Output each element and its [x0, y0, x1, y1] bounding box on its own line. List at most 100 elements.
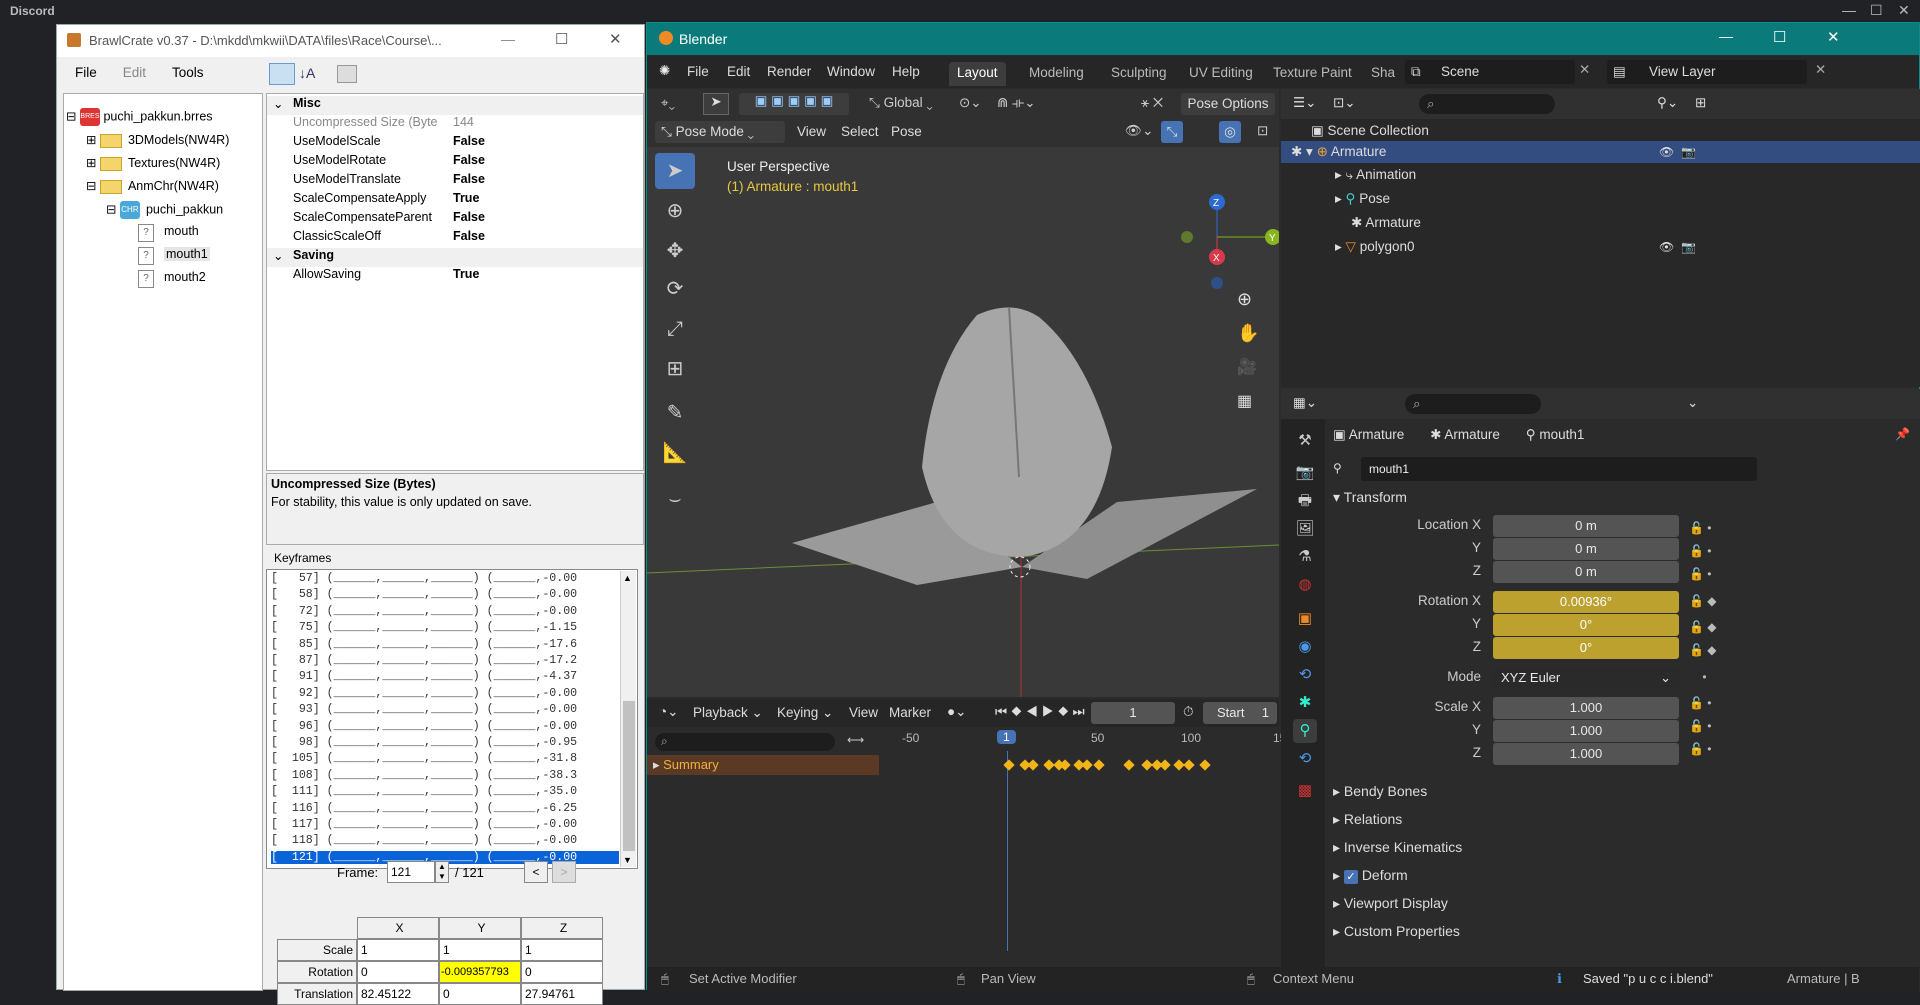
close-icon[interactable]: ✕ — [1898, 2, 1910, 19]
properties-editor-icon[interactable]: ▦⌄ — [1293, 395, 1317, 411]
xray-toggle-icon[interactable]: ⊡ — [1257, 123, 1268, 139]
inverse-kinematics-panel[interactable]: ▸ Inverse Kinematics — [1333, 839, 1462, 856]
minimize-icon[interactable]: — — [1842, 2, 1856, 18]
tree-root[interactable]: ⊟ BRES puchi_pakkun.brres — [66, 108, 213, 126]
scene-selector[interactable]: ⧉ Scene — [1405, 60, 1575, 84]
view-layer-selector[interactable]: ▤ View Layer — [1607, 60, 1807, 84]
keyframe-row[interactable]: [ 111] (______,______,______) (______,-3… — [271, 785, 619, 798]
pan-hand-icon[interactable]: ✋ — [1237, 323, 1259, 344]
prop-row[interactable]: Uncompressed Size (Byte 144 — [267, 115, 643, 134]
visibility-icon[interactable]: 👁⌄ — [1125, 123, 1153, 139]
rotation-z-field[interactable]: 0° — [1493, 637, 1679, 659]
start-frame-field[interactable]: Start 1 — [1203, 702, 1277, 724]
prop-row[interactable]: ClassicScaleOff False — [267, 229, 643, 248]
xray-icon[interactable]: ⚹ ✕ — [1141, 95, 1163, 111]
keyframe-row[interactable]: [ 87] (______,______,______) (______,-17… — [271, 654, 619, 667]
next-frame-button[interactable]: > — [552, 861, 576, 883]
property-pages-icon[interactable] — [337, 65, 357, 83]
close-view-layer-icon[interactable]: ✕ — [1815, 62, 1826, 78]
timeline-menu-playback[interactable]: Playback ⌄ — [693, 705, 763, 721]
keyframe-row[interactable]: [ 91] (______,______,______) (______,-4.… — [271, 670, 619, 683]
swap-icon[interactable]: ⟷ — [847, 733, 864, 747]
scene-tab-icon[interactable]: ⚗ — [1293, 545, 1317, 569]
tool-tab-icon[interactable]: ⚒ — [1293, 429, 1317, 453]
translation-y[interactable]: 0 — [439, 983, 521, 1005]
lock-and-keyframe-icons[interactable]: 🔓 • 🔓 • 🔓 • 🔓 ◆ 🔓 ◆ 🔓 ◆ • 🔓 • 🔓 • 🔓 • — [1689, 517, 1717, 761]
blender-menu-icon[interactable]: ✺ — [659, 63, 670, 79]
transform-panel-header[interactable]: ▾ Transform — [1333, 489, 1407, 506]
vp-menu-select[interactable]: Select — [841, 124, 879, 139]
keyframe-row[interactable]: [ 96] (______,______,______) (______,-0.… — [271, 720, 619, 733]
scale-z[interactable]: 1 — [521, 939, 603, 961]
scale-x-field[interactable]: 1.000 — [1493, 697, 1679, 719]
keyframe-row[interactable]: [ 105] (______,______,______) (______,-3… — [271, 752, 619, 765]
properties-search[interactable]: ⌕ — [1405, 394, 1541, 414]
maximize-icon[interactable]: ☐ — [1773, 28, 1786, 46]
location-y-field[interactable]: 0 m — [1493, 538, 1679, 560]
custom-properties-panel[interactable]: ▸ Custom Properties — [1333, 923, 1460, 940]
translation-x[interactable]: 82.45122 — [357, 983, 439, 1005]
keyframe-row[interactable]: [ 92] (______,______,______) (______,-0.… — [271, 687, 619, 700]
texture-tab-icon[interactable]: ▩ — [1293, 779, 1317, 803]
bone-name-field[interactable]: mouth1 — [1361, 457, 1757, 481]
timeline-menu-keying[interactable]: Keying ⌄ — [777, 705, 833, 721]
relations-panel[interactable]: ▸ Relations — [1333, 811, 1402, 828]
visibility-eye-icon[interactable]: 👁 — [1659, 240, 1674, 254]
record-icon[interactable]: ●⌄ — [947, 704, 966, 720]
new-collection-icon[interactable]: ⊞ — [1695, 95, 1706, 111]
tree-bone-mouth[interactable]: ? mouth — [138, 224, 199, 242]
display-mode-icon[interactable]: ⊡⌄ — [1333, 95, 1356, 111]
frame-input[interactable]: 121 — [387, 861, 435, 883]
rotation-z[interactable]: 0 — [521, 961, 603, 983]
keyframe-row[interactable]: [ 57] (______,______,______) (______,-0.… — [271, 572, 619, 585]
render-tab-icon[interactable]: 📷 — [1293, 461, 1317, 485]
viewport-display-panel[interactable]: ▸ Viewport Display — [1333, 895, 1448, 912]
tab-sculpting[interactable]: Sculpting — [1103, 62, 1175, 86]
tab-shading[interactable]: Sha — [1363, 62, 1403, 86]
editor-type-icon[interactable]: ⌖⌄ — [661, 95, 675, 111]
tab-uv-editing[interactable]: UV Editing — [1181, 62, 1261, 86]
constraints-tab-icon[interactable]: ⟲ — [1293, 663, 1317, 687]
output-tab-icon[interactable]: 🖶 — [1293, 489, 1317, 513]
filter-icon[interactable]: ⚲⌄ — [1657, 95, 1678, 111]
menu-file[interactable]: File — [687, 64, 709, 79]
outliner-scene-collection[interactable]: ▣ Scene Collection — [1311, 123, 1429, 139]
keyframe-row[interactable]: [ 58] (______,______,______) (______,-0.… — [271, 588, 619, 601]
rotation-x-field[interactable]: 0.00936° — [1493, 591, 1679, 613]
armature-data-tab-icon[interactable]: ✱ — [1293, 691, 1317, 715]
minimize-icon[interactable]: — — [501, 31, 515, 47]
close-scene-icon[interactable]: ✕ — [1579, 62, 1590, 78]
keyframes-list[interactable]: [ 57] (______,______,______) (______,-0.… — [266, 569, 638, 869]
translation-z[interactable]: 27.94761 — [521, 983, 603, 1005]
properties-options-icon[interactable]: ⌄ — [1687, 395, 1698, 411]
timeline-menu-marker[interactable]: Marker — [889, 705, 931, 720]
tree-folder-anmchr[interactable]: ⊟ AnmChr(NW4R) — [86, 178, 219, 194]
visibility-eye-icon[interactable]: 👁 — [1659, 145, 1674, 159]
tab-modeling[interactable]: Modeling — [1021, 62, 1092, 86]
bone-tab-icon[interactable]: ⚲ — [1293, 719, 1317, 743]
keyframe-row[interactable]: [ 93] (______,______,______) (______,-0.… — [271, 703, 619, 716]
vp-menu-view[interactable]: View — [797, 124, 826, 139]
maximize-icon[interactable]: ☐ — [1870, 2, 1883, 19]
menu-render[interactable]: Render — [767, 64, 811, 79]
render-camera-icon[interactable]: 📷 — [1681, 240, 1696, 254]
bone-constraints-tab-icon[interactable]: ⟲ — [1293, 747, 1317, 771]
transform-orientation[interactable]: ⤡ Global ⌄ — [869, 95, 933, 111]
tree-folder-3dmodels[interactable]: ⊞ 3DModels(NW4R) — [86, 132, 229, 148]
menu-help[interactable]: Help — [892, 64, 920, 79]
tree-folder-textures[interactable]: ⊞ Textures(NW4R) — [86, 155, 220, 171]
prop-row[interactable]: AllowSaving True — [267, 267, 643, 286]
maximize-icon[interactable]: ☐ — [555, 30, 568, 48]
rotation-mode-dropdown[interactable]: XYZ Euler ⌄ — [1493, 667, 1679, 689]
scale-x[interactable]: 1 — [357, 939, 439, 961]
snap-icon[interactable]: ⋒ ⟛⌄ — [997, 95, 1036, 111]
menu-window[interactable]: Window — [827, 64, 875, 79]
overlay-toggle-icon[interactable]: ◎ — [1219, 121, 1241, 143]
keyframe-row[interactable]: [ 118] (______,______,______) (______,-0… — [271, 834, 619, 847]
timeline-search[interactable]: ⌕ — [655, 733, 835, 751]
prop-row[interactable]: ScaleCompensateApply True — [267, 191, 643, 210]
menu-edit[interactable]: Edit — [727, 64, 750, 79]
categorized-view-button[interactable] — [269, 63, 295, 85]
scale-z-field[interactable]: 1.000 — [1493, 743, 1679, 765]
perspective-grid-icon[interactable]: ▦ — [1237, 391, 1252, 411]
